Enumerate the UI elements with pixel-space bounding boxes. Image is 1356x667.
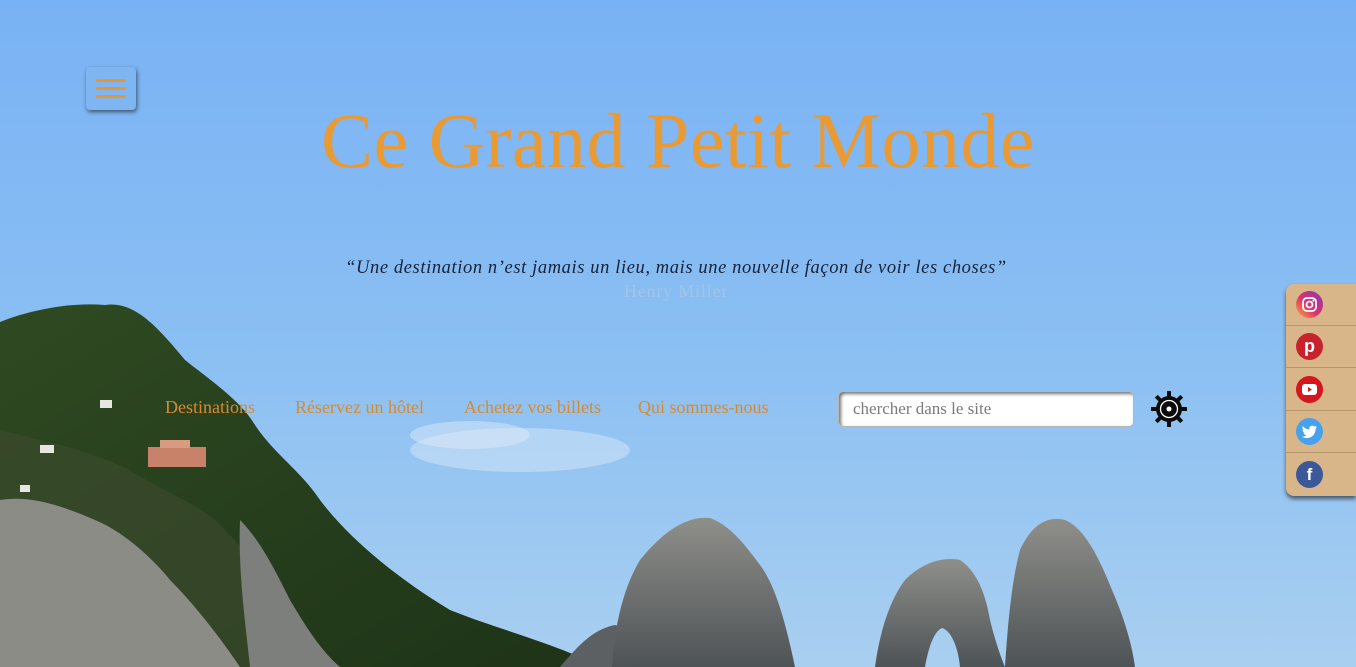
pinterest-icon[interactable]: p <box>1296 333 1323 360</box>
social-item-youtube <box>1286 369 1356 411</box>
social-item-twitter <box>1286 411 1356 453</box>
search-input[interactable] <box>838 391 1134 427</box>
ship-wheel-search-icon <box>1151 391 1187 427</box>
hamburger-menu-icon <box>96 79 126 82</box>
social-media-bar: p f <box>1286 284 1356 496</box>
social-item-facebook: f <box>1286 454 1356 496</box>
social-item-instagram <box>1286 284 1356 326</box>
youtube-icon[interactable] <box>1296 376 1323 403</box>
instagram-icon[interactable] <box>1296 291 1323 318</box>
site-title: Ce Grand Petit Monde <box>320 97 1036 184</box>
header-quote: “Une destination n’est jamais un lieu, m… <box>345 258 1007 278</box>
social-item-pinterest: p <box>1286 326 1356 368</box>
search-button[interactable] <box>1150 390 1188 428</box>
twitter-icon[interactable] <box>1296 418 1323 445</box>
facebook-icon[interactable]: f <box>1296 461 1323 488</box>
nav-link-achetez-vos-billets[interactable]: Achetez vos billets <box>464 397 601 418</box>
nav-link-destinations[interactable]: Destinations <box>165 397 255 418</box>
nav-link-qui-sommes-nous[interactable]: Qui sommes-nous <box>638 397 769 418</box>
quote-author: Henry Miller <box>623 281 729 301</box>
nav-link-reservez-un-hotel[interactable]: Réservez un hôtel <box>295 397 424 418</box>
